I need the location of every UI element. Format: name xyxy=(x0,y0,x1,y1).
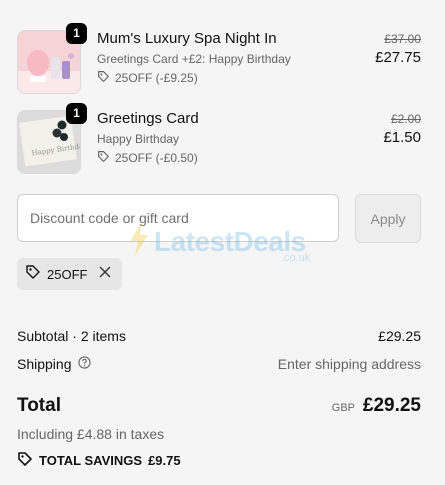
taxes-note: Including £4.88 in taxes xyxy=(17,426,165,442)
remove-discount-close-icon[interactable] xyxy=(99,265,111,283)
lightning-icon xyxy=(128,222,150,261)
applied-discount-chip: 25OFF xyxy=(17,258,122,290)
tag-icon xyxy=(17,451,33,470)
item-discount-text: 25OFF (-£9.25) xyxy=(115,71,198,85)
item-discount: 25OFF (-£9.25) xyxy=(97,70,198,86)
quantity-badge: 1 xyxy=(66,103,87,124)
original-price: £2.00 xyxy=(390,112,421,126)
total-label: Total xyxy=(17,395,61,416)
subtotal-label: Subtotal · 2 items xyxy=(17,328,126,344)
quantity-badge: 1 xyxy=(66,23,87,44)
watermark-subtext: .co.uk xyxy=(281,252,311,264)
tag-icon xyxy=(97,70,110,86)
applied-code: 25OFF xyxy=(47,266,88,282)
shipping-label: Shipping xyxy=(17,356,72,372)
apply-discount-button[interactable]: Apply xyxy=(355,194,421,243)
product-title: Greetings Card xyxy=(97,110,199,127)
item-discount: 25OFF (-£0.50) xyxy=(97,150,198,166)
line-item-spa-night: 1 Mum's Luxury Spa Night In Greetings Ca… xyxy=(17,23,421,94)
shipping-value: Enter shipping address xyxy=(277,356,421,372)
total-savings: TOTAL SAVINGS £9.75 xyxy=(17,451,181,470)
tag-icon xyxy=(97,150,110,166)
help-icon[interactable] xyxy=(77,356,91,372)
item-discount-text: 25OFF (-£0.50) xyxy=(115,151,198,165)
item-price: £27.75 xyxy=(375,49,421,66)
item-price: £1.50 xyxy=(383,129,421,146)
subtotal-value: £29.25 xyxy=(378,328,421,344)
shipping-row-label: Shipping xyxy=(17,356,91,372)
currency-code: GBP xyxy=(331,402,355,414)
total-value: £29.25 xyxy=(362,395,421,416)
tag-icon xyxy=(25,264,41,285)
product-title: Mum's Luxury Spa Night In xyxy=(97,30,277,47)
watermark-logo: LatestDeals .co.uk xyxy=(128,222,310,264)
savings-label: TOTAL SAVINGS xyxy=(39,453,143,468)
line-item-greetings-card: Happy Birthday 1 Greetings Card Happy Bi… xyxy=(17,103,421,174)
product-variant: Happy Birthday xyxy=(97,132,180,146)
original-price: £37.00 xyxy=(384,32,421,46)
product-variant: Greetings Card +£2: Happy Birthday xyxy=(97,52,291,66)
savings-value: £9.75 xyxy=(148,453,181,468)
